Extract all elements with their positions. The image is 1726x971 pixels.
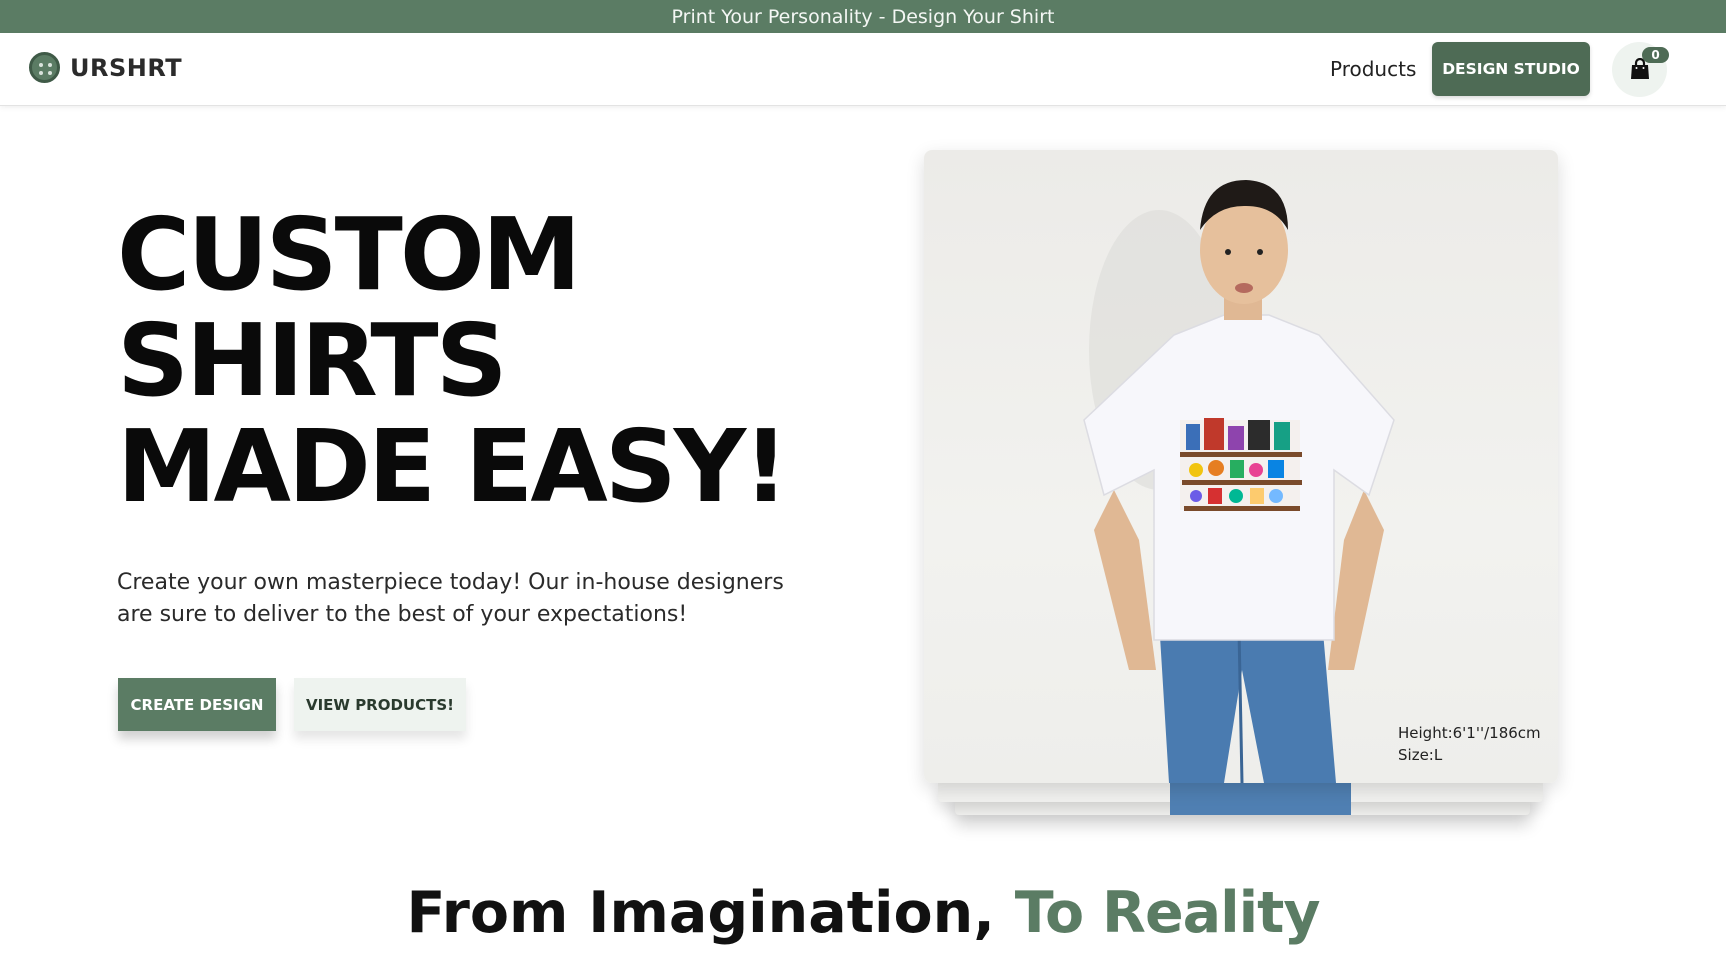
model-size-label: Size:L: [1398, 746, 1443, 764]
promo-bar: Print Your Personality - Design Your Shi…: [0, 0, 1726, 33]
promo-text: Print Your Personality - Design Your Shi…: [671, 5, 1055, 28]
section-heading: From Imagination, To Reality: [0, 880, 1726, 946]
nav-link-products[interactable]: Products: [1330, 57, 1416, 81]
brand-name: URSHRT: [70, 53, 183, 82]
image-stack-peek: [1170, 783, 1351, 815]
hero-title-line: CUSTOM: [117, 196, 581, 313]
create-design-button[interactable]: CREATE DESIGN: [118, 678, 276, 731]
hero-subtitle-line: Create your own masterpiece today! Our i…: [117, 570, 784, 595]
hero-title-line: SHIRTS: [117, 302, 508, 419]
section-heading-plain: From Imagination,: [406, 880, 1015, 946]
hero-title: CUSTOM SHIRTS MADE EASY!: [117, 196, 789, 525]
hero-subtitle: Create your own masterpiece today! Our i…: [117, 567, 817, 631]
section-heading-accent: To Reality: [1014, 880, 1321, 946]
view-products-button[interactable]: VIEW PRODUCTS!: [294, 678, 466, 731]
hero-model-image: Height:6'1''/186cm Size:L: [924, 150, 1558, 783]
cart-button[interactable]: 0: [1612, 42, 1669, 97]
model-caption: Height:6'1''/186cm Size:L: [1398, 722, 1541, 766]
design-studio-button[interactable]: DESIGN STUDIO: [1432, 42, 1590, 96]
model-illustration: [1083, 180, 1395, 783]
brand-link[interactable]: URSHRT: [29, 52, 182, 83]
hero-title-line: MADE EASY!: [117, 408, 789, 525]
cart-count-badge: 0: [1642, 47, 1669, 63]
model-height-label: Height:6'1''/186cm: [1398, 724, 1541, 742]
navbar: URSHRT Products DESIGN STUDIO 0: [0, 33, 1726, 106]
brand-logo-icon: [29, 52, 60, 83]
hero-subtitle-line: are sure to deliver to the best of your …: [117, 602, 688, 627]
